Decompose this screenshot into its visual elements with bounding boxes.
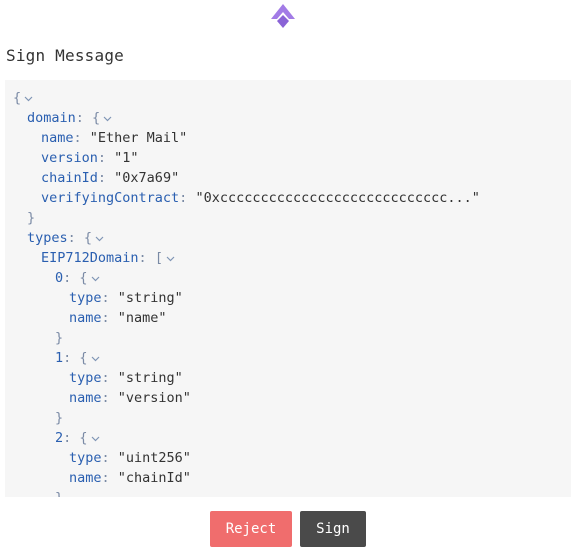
json-bracket: { — [79, 430, 88, 446]
json-separator: : — [101, 390, 118, 406]
json-key: 1 — [55, 350, 64, 366]
json-value: "Ether Mail" — [89, 130, 188, 146]
json-value: "chainId" — [117, 470, 191, 486]
json-bracket: { — [92, 110, 101, 126]
json-key: name — [41, 130, 74, 146]
json-value: "name" — [117, 310, 167, 326]
json-key: 2 — [55, 430, 64, 446]
json-line: types: { — [27, 228, 105, 248]
json-key: 0 — [55, 270, 64, 286]
json-line: domain: { — [27, 108, 113, 128]
json-key: types — [27, 230, 68, 246]
json-line: version: "1" — [41, 148, 139, 168]
json-bracket: [ — [154, 250, 163, 266]
collapse-chevron-icon[interactable] — [90, 274, 101, 283]
json-key: type — [69, 450, 102, 466]
json-separator: : — [73, 130, 90, 146]
json-bracket: } — [27, 210, 36, 226]
json-separator: : — [101, 310, 118, 326]
json-line: 1: { — [55, 348, 101, 368]
json-value: "string" — [117, 370, 183, 386]
json-key: EIP712Domain — [41, 250, 139, 266]
page-title: Sign Message — [6, 46, 124, 65]
json-key: name — [69, 390, 102, 406]
json-bracket: { — [83, 230, 93, 246]
json-line: type: "string" — [69, 288, 183, 308]
sign-message-page: Sign Message {domain: {name: "Ether Mail… — [0, 0, 579, 556]
json-line: name: "chainId" — [69, 468, 191, 488]
json-key: type — [69, 290, 102, 306]
message-json-viewer[interactable]: {domain: {name: "Ether Mail" version: "1"… — [5, 80, 571, 497]
json-line: name: "version" — [69, 388, 191, 408]
json-line: name: "Ether Mail" — [41, 128, 187, 148]
json-value: "0xcccccccccccccccccccccccccccc..." — [195, 190, 480, 206]
collapse-chevron-icon[interactable] — [165, 254, 176, 263]
json-line: { — [13, 88, 34, 108]
json-separator: : — [97, 170, 115, 186]
json-line: type: "uint256" — [69, 448, 191, 468]
json-bracket: { — [79, 270, 88, 286]
json-bracket: } — [55, 330, 64, 346]
collapse-chevron-icon[interactable] — [90, 354, 101, 363]
reject-button[interactable]: Reject — [210, 511, 292, 547]
json-key: chainId — [41, 170, 98, 186]
json-separator: : — [63, 270, 80, 286]
json-line: 0: { — [55, 268, 101, 288]
json-key: version — [41, 150, 98, 166]
json-line: } — [55, 328, 63, 348]
json-separator: : — [63, 430, 80, 446]
json-line: type: "string" — [69, 368, 183, 388]
collapse-chevron-icon[interactable] — [102, 114, 113, 123]
wallet-logo-icon — [271, 4, 295, 28]
collapse-chevron-icon[interactable] — [90, 434, 101, 443]
json-separator: : — [101, 470, 118, 486]
json-line: chainId: "0x7a69" — [41, 168, 179, 188]
collapse-chevron-icon[interactable] — [94, 234, 105, 243]
json-separator: : — [138, 250, 155, 266]
json-bracket: { — [79, 350, 88, 366]
json-separator: : — [75, 110, 93, 126]
json-value: "string" — [117, 290, 183, 306]
json-key: name — [69, 310, 102, 326]
json-value: "1" — [114, 150, 139, 166]
json-line: } — [55, 408, 63, 428]
json-separator: : — [101, 370, 118, 386]
json-line: } — [55, 488, 63, 497]
json-separator: : — [67, 230, 84, 246]
json-value: "0x7a69" — [114, 170, 180, 186]
json-line: name: "name" — [69, 308, 167, 328]
json-key: domain — [27, 110, 76, 126]
json-separator: : — [101, 290, 118, 306]
json-line: } — [27, 208, 35, 228]
json-value: "uint256" — [117, 450, 191, 466]
json-separator: : — [97, 150, 115, 166]
json-bracket: } — [55, 490, 63, 497]
json-bracket: } — [55, 410, 64, 426]
json-line: verifyingContract: "0xcccccccccccccccccc… — [41, 188, 480, 208]
json-separator: : — [101, 450, 118, 466]
json-line: 2: { — [55, 428, 101, 448]
json-key: name — [69, 470, 102, 486]
json-separator: : — [63, 350, 80, 366]
json-value: "version" — [117, 390, 191, 406]
json-line: EIP712Domain: [ — [41, 248, 176, 268]
sign-button[interactable]: Sign — [300, 511, 366, 547]
json-separator: : — [179, 190, 196, 206]
collapse-chevron-icon[interactable] — [23, 94, 34, 103]
json-key: verifyingContract — [41, 190, 180, 206]
json-bracket: { — [13, 90, 22, 106]
json-key: type — [69, 370, 102, 386]
